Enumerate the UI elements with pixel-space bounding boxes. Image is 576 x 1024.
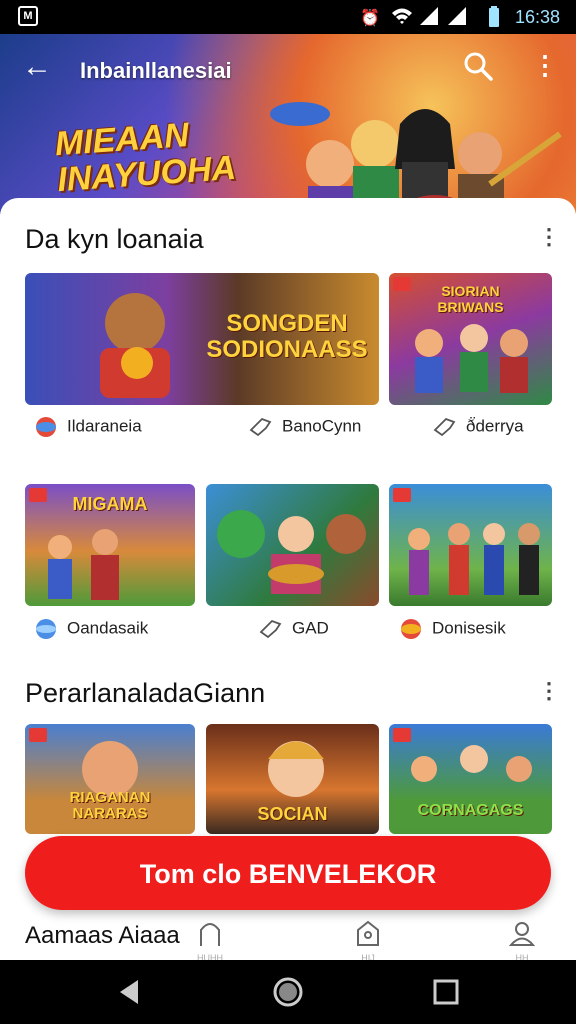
game-card[interactable]: RIAGANAN NARARAS xyxy=(25,724,195,834)
pointer-icon xyxy=(249,417,272,437)
game-label[interactable]: GAD xyxy=(258,618,329,640)
nav-back-icon[interactable] xyxy=(110,974,150,1010)
bottom-section-title: Aamaas Aiaaa xyxy=(25,922,180,949)
card-title: RIAGANAN NARARAS xyxy=(69,789,151,822)
card-title: SONGDEN SODIONAASS xyxy=(206,310,368,363)
card-title: MIGAMA xyxy=(72,494,148,514)
game-logo: MIEAAN INAYUOHA xyxy=(53,115,238,200)
characters-illustration xyxy=(217,510,366,594)
new-badge xyxy=(29,728,47,742)
game-label[interactable]: Donisesik xyxy=(398,618,506,640)
tab-home[interactable]: HUHH xyxy=(190,918,230,963)
new-badge xyxy=(393,488,411,502)
system-navigation-bar xyxy=(0,960,576,1024)
game-card[interactable]: CORNAGAGS xyxy=(389,724,552,834)
game-label[interactable]: BanoCynn xyxy=(248,416,361,438)
store-icon xyxy=(357,920,379,946)
game-label[interactable]: ð̈derrya xyxy=(432,416,524,438)
nav-home-icon[interactable] xyxy=(268,974,308,1010)
signal-icon-2 xyxy=(448,7,466,25)
globe-icon xyxy=(36,619,56,639)
back-arrow-icon[interactable]: ← xyxy=(22,52,52,82)
tab-store[interactable]: HIJ xyxy=(348,918,388,963)
tab-profile[interactable]: HH xyxy=(502,918,542,963)
game-label[interactable]: Ildaraneia xyxy=(33,416,142,438)
card-title: CORNAGAGS xyxy=(417,802,524,819)
game-card-featured[interactable]: SONGDEN SODIONAASS xyxy=(25,273,379,405)
battery-icon xyxy=(489,6,499,27)
pointer-icon xyxy=(259,619,282,639)
characters-illustration xyxy=(48,529,119,600)
hero-banner: ← Inbainllanesiai ⋮ MIEAAN INAYUOHA xyxy=(0,34,576,214)
home-icon xyxy=(200,923,220,946)
profile-icon xyxy=(508,922,536,946)
game-card[interactable]: SOCIAN xyxy=(206,724,379,834)
card-title: SOCIAN xyxy=(257,804,328,824)
status-time: 16:38 xyxy=(514,7,560,27)
game-card[interactable] xyxy=(389,484,552,606)
section-2-more-icon[interactable]: ⋮ xyxy=(538,680,560,702)
pointer-icon xyxy=(433,417,456,437)
globe-icon xyxy=(401,619,421,639)
characters-illustration xyxy=(415,324,528,393)
primary-cta-button[interactable]: Tom clo BENVELEKOR xyxy=(25,836,551,910)
hero-characters-illustration xyxy=(270,102,562,214)
page-title: Inbainllanesiai xyxy=(80,58,232,83)
nav-recents-icon[interactable] xyxy=(426,974,466,1010)
app-notification-icon: M xyxy=(18,6,38,26)
character-illustration xyxy=(268,741,324,797)
characters-illustration xyxy=(411,745,532,782)
bear-character-illustration xyxy=(100,293,170,398)
globe-icon xyxy=(36,417,56,437)
status-bar: M ⏰ 16:38 xyxy=(0,0,576,34)
game-card[interactable] xyxy=(206,484,379,606)
game-card[interactable]: MIGAMA xyxy=(25,484,195,606)
section-title-2: PerarlanaladaGiann xyxy=(25,678,266,708)
card-title: SIORIAN BRIWANS xyxy=(437,283,504,315)
section-1-more-icon[interactable]: ⋮ xyxy=(538,226,560,248)
game-label[interactable]: Oandasaik xyxy=(33,618,148,640)
signal-icon xyxy=(420,7,438,25)
section-title-1: Da kyn loanaia xyxy=(25,224,204,254)
game-card[interactable]: SIORIAN BRIWANS xyxy=(389,273,552,405)
wifi-icon xyxy=(392,8,412,24)
characters-illustration xyxy=(408,523,540,595)
alarm-icon: ⏰ xyxy=(360,10,380,27)
